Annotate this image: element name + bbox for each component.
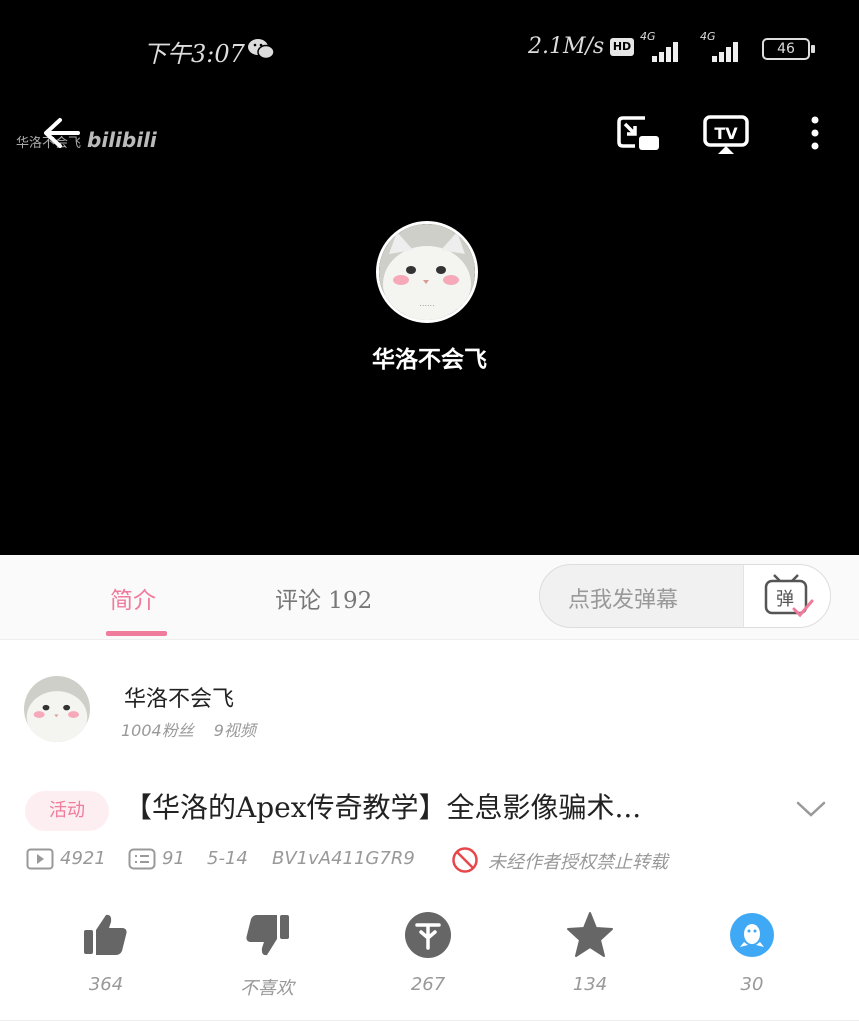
favorite-count: 134 [572,974,608,995]
author-avatar[interactable] [24,676,90,742]
video-title[interactable]: 【华洛的Apex传奇教学】全息影像骗术... [124,786,764,826]
star-icon [567,912,613,957]
uploader-name: 华洛不会飞 [372,347,487,373]
cast-tv-icon[interactable]: TV [702,112,750,156]
hd-badge: HD [610,38,634,56]
favorite-button[interactable]: 134 [535,910,645,1000]
network-type-2: 4G [700,30,716,43]
signal-icon-2: 4G [700,30,740,62]
back-arrow-icon[interactable] [40,114,84,152]
coin-count: 267 [410,974,446,995]
thumbs-down-icon [246,915,289,956]
video-player[interactable]: 下午3:07 2.1M/s HD 4G 4G 46 华洛不会飞bilibili [0,0,859,555]
network-speed: 2.1M/s [528,34,605,59]
like-button[interactable]: 364 [51,910,161,1000]
status-bar: 下午3:07 2.1M/s HD 4G 4G 46 [0,30,859,70]
copyright-notice: 未经作者授权禁止转载 [488,852,668,873]
battery-icon: 46 [762,38,815,60]
danmu-placeholder: 点我发弹幕 [568,588,679,613]
wechat-icon [248,39,275,60]
author-videos: 9视频 [213,721,256,740]
coin-button[interactable]: 267 [373,910,483,1000]
status-time: 下午3:07 [143,40,245,68]
danmu-button-label: 弹 [776,589,794,610]
tab-indicator [106,631,167,636]
uploader-avatar[interactable]: ...... [376,221,478,323]
dislike-button[interactable]: 不喜欢 [212,910,322,1000]
share-count: 30 [740,974,764,995]
like-count: 364 [88,974,124,995]
divider [0,1020,859,1021]
danmu-button[interactable]: 弹 [743,565,830,627]
activity-tag[interactable]: 活动 [25,791,109,831]
author-stats: 1004粉丝 9视频 [121,717,256,741]
dislike-label: 不喜欢 [240,978,294,999]
signal-icon: 4G [640,30,680,62]
danmaku-count-icon [128,848,156,870]
watermark: 华洛不会飞 bilibili [16,128,157,152]
coin-icon [405,912,451,958]
publish-date: 5-14 [207,848,248,869]
danmu-input[interactable]: 点我发弹幕 弹 [539,564,831,628]
chevron-down-icon[interactable] [795,798,827,820]
bilibili-logo: bilibili [87,128,157,152]
cat-avatar-image: ...... [379,224,475,320]
danmaku-count: 91 [162,848,185,869]
play-count: 4921 [60,848,106,869]
danmu-icon: 弹 [764,574,814,618]
qq-share-icon [730,913,774,957]
tab-bar: 简介 评论 192 点我发弹幕 弹 [0,555,859,640]
author-avatar-image [24,676,90,742]
author-name[interactable]: 华洛不会飞 [124,681,234,713]
share-button[interactable]: 30 [697,910,807,1000]
svg-text:......: ...... [419,299,434,308]
bv-id: BV1vA411G7R9 [272,848,415,869]
tab-intro[interactable]: 简介 [110,581,156,615]
tab-comments[interactable]: 评论 192 [275,581,372,615]
network-type: 4G [640,30,656,43]
mini-player-icon[interactable] [615,112,663,156]
play-count-icon [26,848,54,870]
svg-text:TV: TV [714,124,738,143]
more-options-icon[interactable] [800,112,830,156]
no-repost-icon [452,847,478,873]
author-fans: 1004粉丝 [121,721,194,740]
thumbs-up-icon [84,914,127,955]
video-meta: 4921 91 5-14 BV1vA411G7R9 未经作者授权禁止转载 [0,844,859,876]
